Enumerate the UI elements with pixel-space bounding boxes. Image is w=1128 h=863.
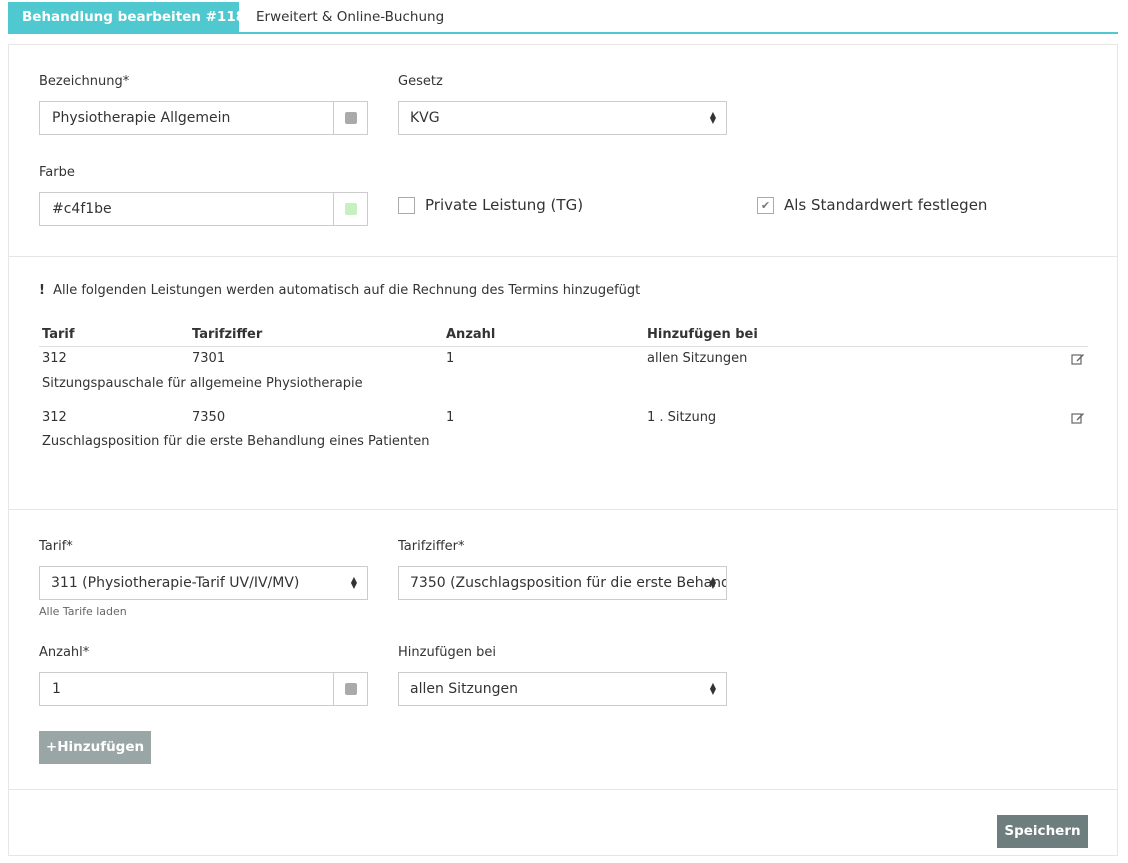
hinzufuegen-bei-label: Hinzufügen bei	[398, 645, 496, 660]
farbe-label: Farbe	[39, 165, 75, 180]
tab-behandlung-bearbeiten[interactable]: Behandlung bearbeiten #11871	[8, 2, 264, 32]
edit-icon[interactable]	[1071, 352, 1085, 366]
select-caret-icon: ▲ ▼	[709, 680, 716, 696]
gray-swatch-icon	[344, 683, 357, 695]
save-button[interactable]: Speichern	[997, 815, 1088, 848]
select-caret-icon: ▲ ▼	[709, 109, 716, 125]
private-leistung-checkbox[interactable]	[398, 196, 415, 214]
gesetz-select[interactable]: KVG ▲ ▼	[398, 101, 727, 135]
hinzufuegen-button-label: Hinzufügen	[57, 739, 145, 755]
row-2-tarifziffer: 7350	[192, 410, 226, 425]
hinzufuegen-button[interactable]: +Hinzufügen	[39, 731, 151, 764]
header-divider	[39, 346, 1088, 347]
tarifziffer-label: Tarifziffer*	[398, 539, 465, 554]
select-caret-icon: ▲ ▼	[709, 574, 716, 590]
tarifziffer-selected-value: 7350 (Zuschlagsposition für die erste Be…	[410, 575, 726, 591]
select-caret-icon: ▲ ▼	[350, 574, 357, 590]
bezeichnung-label: Bezeichnung*	[39, 74, 130, 89]
row-1-hinzufuegen-bei: allen Sitzungen	[647, 351, 748, 366]
farbe-input[interactable]	[40, 193, 333, 225]
anzahl-swatch-addon[interactable]	[333, 673, 367, 705]
column-header-hinzufuegen-bei: Hinzufügen bei	[647, 327, 758, 342]
farbe-input-group	[39, 192, 368, 226]
row-1-description: Sitzungspauschale für allgemeine Physiot…	[42, 376, 363, 391]
hinzufuegen-bei-select[interactable]: allen Sitzungen ▲ ▼	[398, 672, 727, 706]
services-notice: ! Alle folgenden Leistungen werden autom…	[39, 283, 640, 298]
tarif-selected-value: 311 (Physiotherapie-Tarif UV/IV/MV)	[51, 575, 300, 591]
anzahl-input-group	[39, 672, 368, 706]
plus-icon: +	[45, 739, 58, 755]
bezeichnung-input-group	[39, 101, 368, 135]
tarif-select[interactable]: 311 (Physiotherapie-Tarif UV/IV/MV) ▲ ▼	[39, 566, 368, 600]
tab-bar: Behandlung bearbeiten #11871 Erweitert &…	[8, 2, 1118, 34]
standardwert-checkbox-row[interactable]: ✔ Als Standardwert festlegen	[757, 196, 987, 214]
column-header-anzahl: Anzahl	[446, 327, 496, 342]
anzahl-input[interactable]	[40, 673, 333, 705]
column-header-tarif: Tarif	[42, 327, 75, 342]
tarifziffer-select[interactable]: 7350 (Zuschlagsposition für die erste Be…	[398, 566, 727, 600]
services-notice-text: Alle folgenden Leistungen werden automat…	[53, 283, 641, 298]
alle-tarife-laden-link[interactable]: Alle Tarife laden	[39, 605, 127, 618]
color-swatch-icon	[344, 203, 357, 215]
hinzufuegen-bei-selected-value: allen Sitzungen	[410, 681, 519, 697]
tab-erweitert-online-buchung[interactable]: Erweitert & Online-Buchung	[242, 2, 458, 32]
farbe-swatch-addon[interactable]	[333, 193, 367, 225]
bezeichnung-input[interactable]	[40, 102, 333, 134]
tarif-label: Tarif*	[39, 539, 73, 554]
private-leistung-checkbox-row[interactable]: Private Leistung (TG)	[398, 196, 583, 214]
general-panel: Bezeichnung* Gesetz KVG ▲▼ Farbe Private…	[8, 44, 1118, 257]
column-header-tarifziffer: Tarifziffer	[192, 327, 263, 342]
gesetz-label: Gesetz	[398, 74, 443, 89]
row-2-anzahl: 1	[446, 410, 455, 425]
row-1-anzahl: 1	[446, 351, 455, 366]
add-service-panel: Tarif* 311 (Physiotherapie-Tarif UV/IV/M…	[8, 510, 1118, 790]
gray-swatch-icon	[344, 112, 357, 124]
standardwert-checkbox[interactable]: ✔	[757, 196, 774, 214]
footer-panel: Speichern	[8, 790, 1118, 856]
gesetz-selected-value: KVG	[410, 110, 440, 126]
edit-icon[interactable]	[1071, 411, 1085, 425]
row-2-hinzufuegen-bei: 1 . Sitzung	[647, 410, 717, 425]
checkmark-icon: ✔	[760, 198, 771, 212]
bezeichnung-swatch-addon[interactable]	[333, 102, 367, 134]
row-1-tarifziffer: 7301	[192, 351, 226, 366]
services-panel: ! Alle folgenden Leistungen werden autom…	[8, 257, 1118, 510]
exclamation-icon: !	[39, 283, 45, 298]
anzahl-label: Anzahl*	[39, 645, 90, 660]
row-1-tarif: 312	[42, 351, 67, 366]
row-2-tarif: 312	[42, 410, 67, 425]
row-2-description: Zuschlagsposition für die erste Behandlu…	[42, 434, 430, 449]
private-leistung-label: Private Leistung (TG)	[425, 196, 584, 214]
standardwert-label: Als Standardwert festlegen	[784, 196, 988, 214]
